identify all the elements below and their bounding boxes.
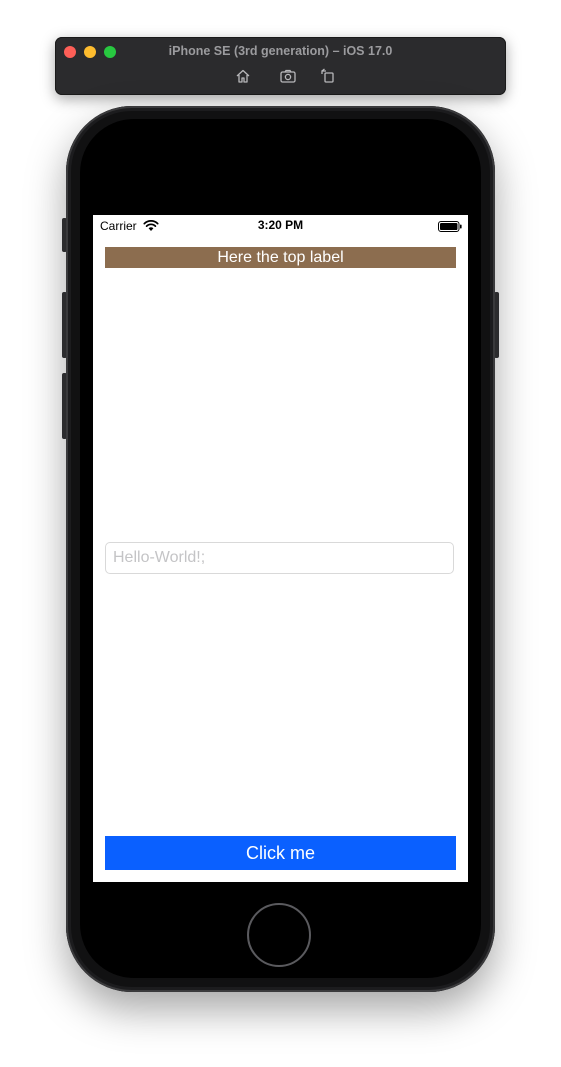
simulator-title: iPhone SE (3rd generation) – iOS 17.0 xyxy=(168,44,393,58)
top-label: Here the top label xyxy=(105,247,456,268)
device-screen: Carrier 3:20 PM Here the top label Click… xyxy=(93,215,468,882)
home-icon[interactable] xyxy=(234,67,252,85)
hello-text-field[interactable] xyxy=(105,542,454,574)
battery-icon xyxy=(438,219,462,232)
simulator-stage: iPhone SE (3rd generation) – iOS 17.0 Ca… xyxy=(0,0,561,1067)
click-me-button[interactable]: Click me xyxy=(105,836,456,870)
simulator-title-bar: iPhone SE (3rd generation) – iOS 17.0 xyxy=(55,37,506,95)
status-time: 3:20 PM xyxy=(257,218,304,232)
screenshot-icon[interactable] xyxy=(279,67,297,85)
rotate-icon[interactable] xyxy=(319,67,337,85)
home-button[interactable] xyxy=(247,903,311,967)
